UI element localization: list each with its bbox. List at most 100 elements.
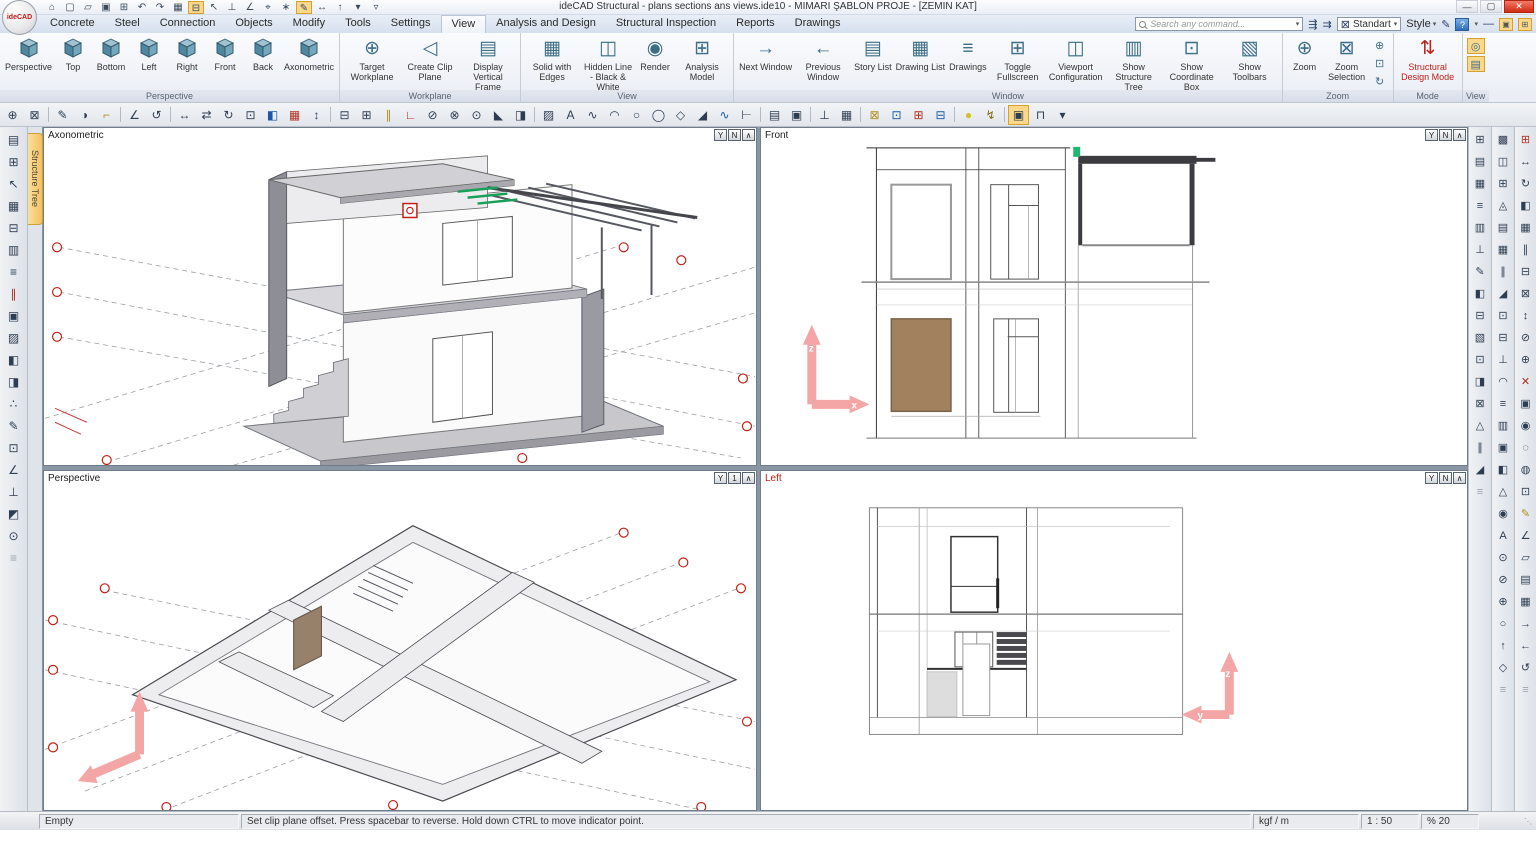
viewport-mode-button[interactable]: N <box>1439 472 1452 484</box>
arc-icon[interactable]: ◠ <box>604 105 625 125</box>
merge-object-icon[interactable]: ⊕ <box>1516 349 1536 370</box>
break-icon[interactable]: ⊘ <box>422 105 443 125</box>
grid-toggle-icon[interactable]: ⊟ <box>188 1 204 14</box>
viewport-configuration-button[interactable]: ◫ Viewport Configuration <box>1047 35 1105 89</box>
angle-snap-icon[interactable]: ∠ <box>242 1 258 14</box>
close-button[interactable]: ✕ <box>1504 0 1534 13</box>
spline-icon[interactable]: ∿ <box>714 105 735 125</box>
toolbar-overflow-icon[interactable]: ▾ <box>1052 105 1073 125</box>
grid-bubble-icon[interactable]: ○ <box>1493 613 1513 634</box>
door-tool-icon[interactable]: ◫ <box>1493 151 1513 172</box>
region-icon[interactable]: ⊡ <box>3 437 25 458</box>
unit-indicator[interactable]: kgf / m <box>1253 814 1359 829</box>
snap-options-icon[interactable]: ▾ <box>350 1 366 14</box>
create-clip-plane-button[interactable]: ◁ Create Clip Plane <box>401 35 459 89</box>
extend-icon[interactable]: ⊞ <box>356 105 377 125</box>
foundation-tool-icon[interactable]: ⊟ <box>1470 305 1490 326</box>
solid-with-edges-button[interactable]: ▦ Solid with Edges <box>524 35 580 89</box>
tree-object-icon[interactable]: △ <box>1493 481 1513 502</box>
viewport-perspective[interactable]: Perspective Y1∧ <box>43 470 757 811</box>
polyline-icon[interactable]: ∿ <box>582 105 603 125</box>
viewport-axonometric[interactable]: Axonometric YN∧ <box>43 127 757 466</box>
curtain-wall-icon[interactable]: ▥ <box>1493 415 1513 436</box>
ellipse-icon[interactable]: ◯ <box>648 105 669 125</box>
mirror-object-icon[interactable]: ◧ <box>1516 195 1536 216</box>
brush-tool-icon[interactable]: ✎ <box>1470 261 1490 282</box>
elevation-mark-icon[interactable]: ⊙ <box>1493 547 1513 568</box>
color-picker-icon[interactable]: ◑ <box>74 105 95 125</box>
delete-object-icon[interactable]: ✕ <box>1516 371 1536 392</box>
roof-tool-icon[interactable]: ◬ <box>1493 195 1513 216</box>
render-view-icon[interactable]: ▦ <box>3 195 25 216</box>
object-library-icon[interactable]: ▣ <box>1493 437 1513 458</box>
snap-endpoint-icon[interactable]: ⌖ <box>260 1 276 14</box>
opening-tool-icon[interactable]: ⊡ <box>1493 305 1513 326</box>
scale-icon[interactable]: ⊡ <box>240 105 261 125</box>
edit-properties-icon[interactable]: ✎ <box>52 105 73 125</box>
schedule-icon[interactable]: ▤ <box>1516 569 1536 590</box>
trim-icon[interactable]: ⊟ <box>334 105 355 125</box>
object-list-icon[interactable]: ≡ <box>3 261 25 282</box>
new-file-icon[interactable]: ▢ <box>62 1 78 14</box>
menu-objects[interactable]: Objects <box>225 15 282 33</box>
truss-tool-icon[interactable]: △ <box>1470 415 1490 436</box>
north-arrow-icon[interactable]: ↑ <box>1493 635 1513 656</box>
floor-tool-icon[interactable]: ▦ <box>1493 239 1513 260</box>
shearwall-tool-icon[interactable]: ▥ <box>1470 217 1490 238</box>
viewport-mode-button[interactable]: ∧ <box>742 129 755 141</box>
import-icon[interactable]: ← <box>1516 635 1536 656</box>
select-arrow-icon[interactable]: ↖ <box>206 1 222 14</box>
panel-tool-icon[interactable]: ◧ <box>1470 283 1490 304</box>
ortho-icon[interactable]: ⊥ <box>224 1 240 14</box>
toggle-fullscreen-button[interactable]: ⊞ Toggle Fullscreen <box>989 35 1047 89</box>
qat-overflow-icon[interactable]: ▿ <box>368 1 384 14</box>
select-objects-icon[interactable]: ⊞ <box>3 151 25 172</box>
right-view-button[interactable]: Right <box>168 35 206 89</box>
find-icon[interactable]: ⊙ <box>3 525 25 546</box>
mdi-minimize-icon[interactable]: — <box>1483 18 1494 30</box>
export-icon[interactable]: → <box>1516 613 1536 634</box>
wall-tool-icon[interactable]: ▩ <box>1493 129 1513 150</box>
home-icon[interactable]: ⌂ <box>44 1 60 14</box>
story-list-button[interactable]: ▤ Story List <box>852 35 894 89</box>
properties-icon[interactable]: ▣ <box>1516 393 1536 414</box>
toolbar-grip-icon[interactable]: ≡ <box>1493 679 1513 700</box>
back-view-button[interactable]: Back <box>244 35 282 89</box>
next-window-button[interactable]: → Next Window <box>737 35 794 89</box>
target-workplane-button[interactable]: ⊕ Target Workplane <box>343 35 401 89</box>
menu-view[interactable]: View <box>441 15 487 33</box>
command-search-input[interactable]: Search any command... ▾ <box>1135 17 1303 31</box>
menu-connection[interactable]: Connection <box>150 15 226 33</box>
menu-modify[interactable]: Modify <box>283 15 335 33</box>
viewport-mode-button[interactable]: Y <box>714 129 727 141</box>
maximize-button[interactable]: ▢ <box>1480 0 1502 13</box>
slab-tool-icon[interactable]: ▦ <box>1470 173 1490 194</box>
layer-z-icon[interactable]: ⊡ <box>886 105 907 125</box>
stair-tool-icon[interactable]: ≡ <box>1470 195 1490 216</box>
chamfer-icon[interactable]: ◣ <box>488 105 509 125</box>
layer-x1-icon[interactable]: ⊠ <box>864 105 885 125</box>
pile-tool-icon[interactable]: ⊡ <box>1470 349 1490 370</box>
triangle-icon[interactable]: ◢ <box>692 105 713 125</box>
front-view-button[interactable]: Front <box>206 35 244 89</box>
retaining-wall-icon[interactable]: ◨ <box>1470 371 1490 392</box>
window-tool-icon[interactable]: ⊞ <box>1493 173 1513 194</box>
render-button[interactable]: ◉ Render <box>636 35 674 89</box>
show-toolbars-button[interactable]: ▧ Show Toolbars <box>1221 35 1279 89</box>
table-icon[interactable]: ▦ <box>1516 591 1536 612</box>
raft-tool-icon[interactable]: ▧ <box>1470 327 1490 348</box>
mirror-icon[interactable]: ◧ <box>262 105 283 125</box>
undo-icon[interactable]: ↶ <box>134 1 150 14</box>
show-structure-tree-button[interactable]: ▥ Show Structure Tree <box>1105 35 1163 89</box>
layer-q-icon[interactable]: ⊟ <box>930 105 951 125</box>
zoom-extents-icon[interactable]: ⊕ <box>1371 38 1389 54</box>
stretch-object-icon[interactable]: ↕ <box>1516 305 1536 326</box>
refresh-icon[interactable]: ↺ <box>1516 657 1536 678</box>
match-properties-icon[interactable]: ◨ <box>510 105 531 125</box>
structure-tree-tab[interactable]: Structure Tree <box>28 133 43 225</box>
viewport-left[interactable]: z y Left YN∧ <box>760 470 1468 811</box>
brace-tool-icon[interactable]: ◢ <box>1470 459 1490 480</box>
axonometric-canvas[interactable] <box>44 128 756 465</box>
polygon-icon[interactable]: ◇ <box>670 105 691 125</box>
viewport-mode-button[interactable]: 1 <box>728 472 741 484</box>
